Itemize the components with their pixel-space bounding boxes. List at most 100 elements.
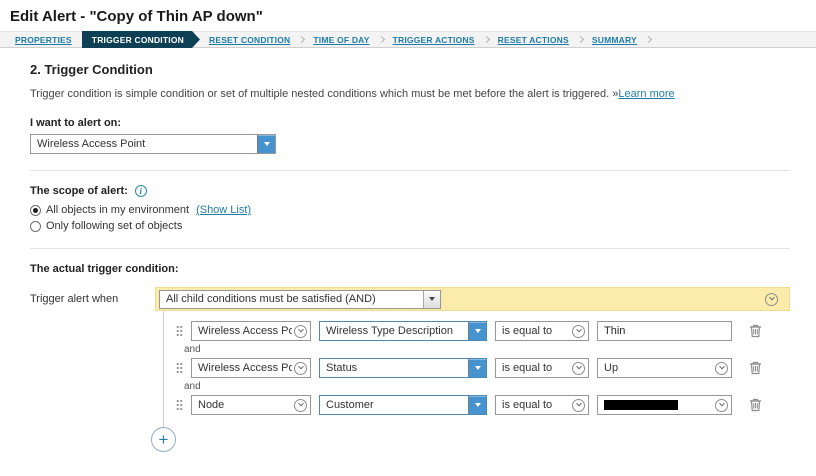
radio-label: All objects in my environment (46, 204, 190, 216)
field-select[interactable]: Customer (319, 395, 487, 415)
triangle-glyph (474, 329, 481, 333)
tab-label: TRIGGER CONDITION (91, 34, 184, 45)
section-heading: 2. Trigger Condition (30, 62, 153, 77)
triangle-glyph (263, 142, 270, 146)
tab-reset-actions[interactable]: RESET ACTIONS (498, 35, 569, 45)
chevron-down-icon (423, 290, 440, 308)
trash-icon[interactable] (749, 361, 762, 375)
condition-row: Wireless Access Point Wireless Type Desc… (176, 320, 790, 342)
select-value: Wireless Access Point (198, 325, 292, 337)
chevron-glyph (297, 326, 304, 333)
chevron-glyph (718, 400, 725, 407)
chevron-down-icon (572, 361, 585, 375)
tab-trigger-actions[interactable]: TRIGGER ACTIONS (393, 35, 475, 45)
group-condition-select[interactable]: All child conditions must be satisfied (… (159, 289, 441, 309)
chevron-right-icon (298, 35, 306, 44)
alert-on-select[interactable]: Wireless Access Point (30, 134, 276, 154)
select-value: Wireless Access Point (37, 138, 146, 150)
chevron-down-icon (468, 396, 486, 414)
condition-row: Node Customer is equal to (176, 394, 790, 416)
condition-joiner: and (184, 381, 201, 392)
operator-select[interactable]: is equal to (495, 395, 589, 415)
scope-option-all[interactable]: All objects in my environment (Show List… (30, 204, 790, 216)
drag-handle-icon[interactable] (176, 362, 183, 374)
info-icon[interactable]: i (134, 185, 147, 197)
chevron-right-icon (377, 35, 385, 44)
condition-group: All child conditions must be satisfied (… (151, 287, 790, 452)
chevron-down-icon (257, 135, 275, 153)
scope-header: The scope of alert: i (30, 185, 790, 197)
operator-select[interactable]: is equal to (495, 321, 589, 341)
trigger-when-label: Trigger alert when (30, 293, 119, 305)
main-content: 2. Trigger Condition Trigger condition i… (0, 48, 816, 452)
select-value: All child conditions must be satisfied (… (166, 293, 376, 305)
select-value: Customer (326, 399, 374, 411)
radio-label: Only following set of objects (46, 220, 183, 232)
drag-handle-icon[interactable] (176, 399, 183, 411)
radio-button[interactable] (30, 204, 41, 216)
learn-more-link[interactable]: Learn more (618, 88, 674, 100)
wizard-tabs: PROPERTIES TRIGGER CONDITION RESET CONDI… (0, 31, 816, 48)
chevron-glyph (575, 326, 582, 333)
chevron-glyph (297, 363, 304, 370)
trash-icon[interactable] (749, 324, 762, 338)
redacted-value (604, 400, 678, 410)
trigger-condition-label: The actual trigger condition: (30, 263, 179, 275)
triangle-glyph (474, 366, 481, 370)
chevron-down-icon (572, 324, 585, 338)
select-value: is equal to (502, 399, 553, 411)
value-select[interactable]: Up (597, 358, 732, 378)
page-header: Edit Alert - "Copy of Thin AP down" (0, 0, 816, 31)
collapse-chevron-icon[interactable] (765, 292, 778, 306)
tab-time-of-day[interactable]: TIME OF DAY (313, 35, 369, 45)
scope-label: The scope of alert: (30, 185, 128, 197)
select-value: Wireless Type Description (326, 325, 453, 337)
triangle-glyph (429, 297, 435, 301)
chevron-down-icon (294, 324, 307, 338)
chevron-glyph (575, 363, 582, 370)
chevron-down-icon (715, 361, 728, 375)
chevron-glyph (297, 400, 304, 407)
object-select[interactable]: Wireless Access Point (191, 321, 311, 341)
section-description: Trigger condition is simple condition or… (30, 88, 790, 100)
chevron-glyph (768, 294, 775, 301)
tab-trigger-condition[interactable]: TRIGGER CONDITION (82, 31, 200, 48)
select-value: Status (326, 362, 358, 374)
triangle-glyph (474, 403, 481, 407)
tab-properties[interactable]: PROPERTIES (15, 35, 72, 45)
add-condition-button[interactable]: + (151, 427, 176, 452)
select-value: is equal to (502, 325, 553, 337)
alert-on-label: I want to alert on: (30, 117, 122, 129)
divider (30, 248, 790, 249)
condition-row: Wireless Access Point Status is equal to… (176, 357, 790, 379)
radio-button[interactable] (30, 220, 41, 232)
chevron-down-icon (468, 359, 486, 377)
select-value: Wireless Access Point (198, 362, 292, 374)
operator-select[interactable]: is equal to (495, 358, 589, 378)
tab-summary[interactable]: SUMMARY (592, 35, 637, 45)
trash-icon[interactable] (749, 398, 762, 412)
page-title: Edit Alert - "Copy of Thin AP down" (10, 8, 263, 25)
chevron-down-icon (294, 361, 307, 375)
group-condition-bar: All child conditions must be satisfied (… (155, 287, 790, 311)
condition-rows: Wireless Access Point Wireless Type Desc… (151, 311, 790, 452)
chevron-glyph (575, 400, 582, 407)
value-input[interactable] (597, 321, 732, 341)
chevron-down-icon (468, 322, 486, 340)
select-value: is equal to (502, 362, 553, 374)
value-select[interactable] (597, 395, 732, 415)
chevron-right-icon (482, 35, 490, 44)
chevron-glyph (718, 363, 725, 370)
chevron-down-icon (572, 398, 585, 412)
scope-option-set[interactable]: Only following set of objects (30, 220, 790, 232)
show-list-link[interactable]: (Show List) (196, 204, 251, 216)
object-select[interactable]: Node (191, 395, 311, 415)
tab-reset-condition[interactable]: RESET CONDITION (209, 35, 290, 45)
divider (30, 170, 790, 171)
drag-handle-icon[interactable] (176, 325, 183, 337)
object-select[interactable]: Wireless Access Point (191, 358, 311, 378)
field-select[interactable]: Status (319, 358, 487, 378)
description-text: Trigger condition is simple condition or… (30, 88, 619, 100)
field-select[interactable]: Wireless Type Description (319, 321, 487, 341)
chevron-right-icon (644, 35, 652, 44)
